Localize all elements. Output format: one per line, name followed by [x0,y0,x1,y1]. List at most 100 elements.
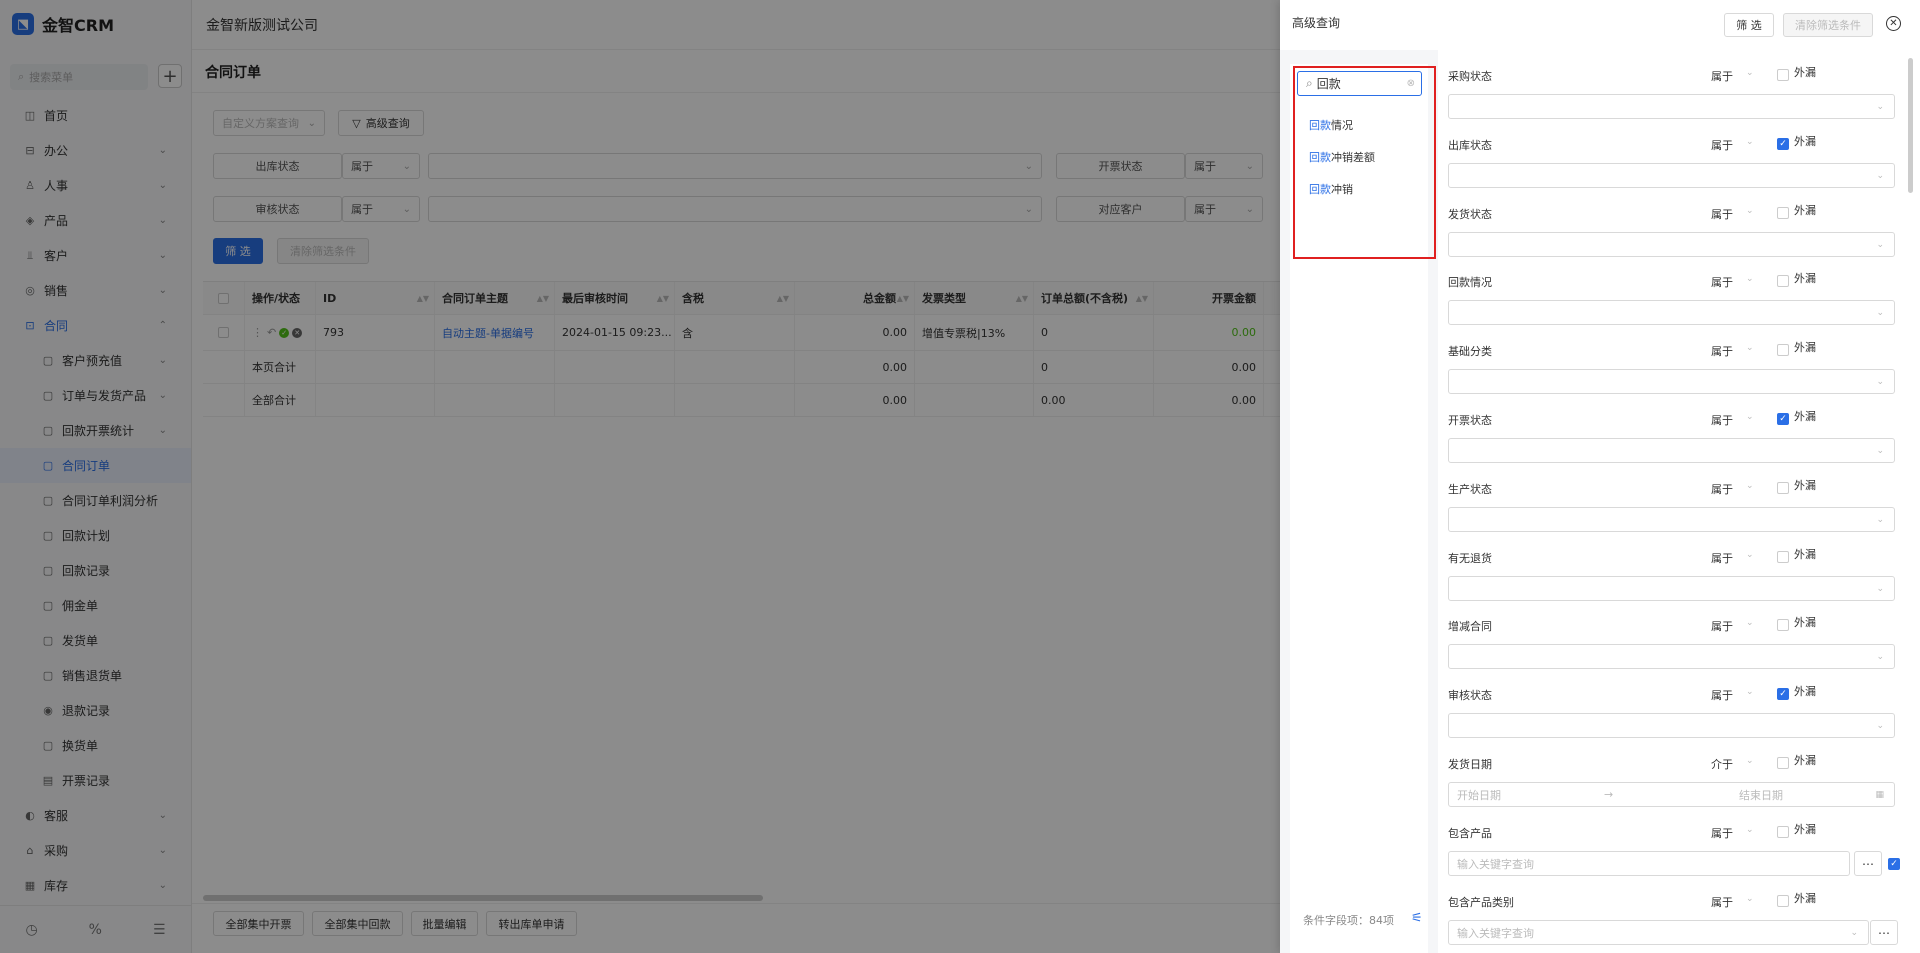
condition-value-select[interactable]: ⌄ [1448,644,1895,669]
condition-op[interactable]: 属于 [1711,687,1733,703]
result-text: 冲销差额 [1331,151,1375,164]
expose-checkbox[interactable] [1777,482,1789,494]
expose-label: 外漏 [1794,272,1816,285]
condition-value-select[interactable]: ⌄ [1448,163,1895,188]
condition-item: 有无退货 属于 ⌄ 外漏 ⌄ [1442,540,1902,609]
field-result-item[interactable]: 回款冲销 [1309,181,1353,197]
chevron-down-icon: ⌄ [1876,307,1884,318]
condition-item: 开票状态 属于 ⌄ ✓ 外漏 ⌄ [1442,402,1902,471]
result-highlight: 回款 [1309,183,1331,196]
condition-op[interactable]: 属于 [1711,550,1733,566]
condition-item: 包含产品 属于 ⌄ 外漏 输入关键字查询 ⋯ ✓ [1442,815,1902,884]
include-checkbox[interactable]: ✓ [1888,858,1900,870]
condition-op[interactable]: 介于 [1711,756,1733,772]
chevron-down-icon: ⌄ [1876,651,1884,662]
expose-label: 外漏 [1794,548,1816,561]
vertical-scrollbar[interactable] [1908,58,1913,193]
expose-checkbox[interactable] [1777,344,1789,356]
condition-label: 包含产品类别 [1448,896,1514,909]
condition-value-select[interactable]: ⌄ [1448,232,1895,257]
expose-checkbox[interactable] [1777,619,1789,631]
condition-label: 基础分类 [1448,345,1492,358]
calendar-icon: ▦ [1875,789,1884,800]
chevron-down-icon: ⌄ [1746,412,1754,422]
expose-checkbox[interactable] [1777,551,1789,563]
drawer-filter-button[interactable]: 筛 选 [1724,13,1774,37]
condition-item: 发货日期 介于 ⌄ 外漏 开始日期 → 结束日期 ▦ [1442,746,1902,815]
condition-label: 开票状态 [1448,414,1492,427]
chevron-down-icon: ⌄ [1746,687,1754,697]
condition-item: 审核状态 属于 ⌄ ✓ 外漏 ⌄ [1442,677,1902,746]
expose-checkbox[interactable] [1777,895,1789,907]
condition-item: 发货状态 属于 ⌄ 外漏 ⌄ [1442,196,1902,265]
settings-sliders-icon[interactable]: ⚟ [1411,911,1423,926]
keyword-search-input[interactable]: 输入关键字查询 ⌄ [1448,920,1869,945]
expose-label: 外漏 [1794,685,1816,698]
condition-op[interactable]: 属于 [1711,206,1733,222]
field-search-value: 回款 [1316,77,1341,91]
chevron-down-icon: ⌄ [1746,274,1754,284]
expose-label: 外漏 [1794,66,1816,79]
chevron-down-icon: ⌄ [1746,343,1754,353]
expose-label: 外漏 [1794,341,1816,354]
expose-checkbox[interactable]: ✓ [1777,688,1789,700]
chevron-down-icon: ⌄ [1876,101,1884,112]
condition-op[interactable]: 属于 [1711,825,1733,841]
expose-label: 外漏 [1794,410,1816,423]
expose-checkbox[interactable] [1777,69,1789,81]
condition-value-select[interactable]: ⌄ [1448,713,1895,738]
more-options-button[interactable]: ⋯ [1870,920,1898,945]
expose-label: 外漏 [1794,204,1816,217]
chevron-down-icon: ⌄ [1876,239,1884,250]
condition-value-select[interactable]: ⌄ [1448,94,1895,119]
modal-overlay[interactable] [0,0,1280,953]
drawer-clear-button[interactable]: 清除筛选条件 [1783,13,1873,37]
button-label: 清除筛选条件 [1795,19,1861,32]
chevron-down-icon: ⌄ [1746,68,1754,78]
condition-op[interactable]: 属于 [1711,894,1733,910]
condition-op[interactable]: 属于 [1711,274,1733,290]
expose-checkbox[interactable] [1777,757,1789,769]
input-placeholder: 输入关键字查询 [1457,926,1534,940]
expose-label: 外漏 [1794,754,1816,767]
more-options-button[interactable]: ⋯ [1854,851,1882,876]
condition-op[interactable]: 属于 [1711,481,1733,497]
expose-checkbox[interactable] [1777,207,1789,219]
date-range-input[interactable]: 开始日期 → 结束日期 ▦ [1448,782,1895,807]
chevron-down-icon: ⌄ [1746,206,1754,216]
field-result-item[interactable]: 回款情况 [1309,117,1353,133]
condition-item: 增减合同 属于 ⌄ 外漏 ⌄ [1442,608,1902,677]
keyword-search-input[interactable]: 输入关键字查询 [1448,851,1850,876]
condition-value-select[interactable]: ⌄ [1448,438,1895,463]
condition-label: 回款情况 [1448,276,1492,289]
condition-value-select[interactable]: ⌄ [1448,300,1895,325]
chevron-down-icon: ⌄ [1850,927,1858,938]
condition-op[interactable]: 属于 [1711,412,1733,428]
condition-value-select[interactable]: ⌄ [1448,576,1895,601]
search-icon: ⌕ [1306,76,1313,90]
condition-value-select[interactable]: ⌄ [1448,369,1895,394]
expose-checkbox[interactable]: ✓ [1777,413,1789,425]
expose-checkbox[interactable]: ✓ [1777,138,1789,150]
expose-label: 外漏 [1794,135,1816,148]
expose-checkbox[interactable] [1777,275,1789,287]
condition-op[interactable]: 属于 [1711,343,1733,359]
chevron-down-icon: ⌄ [1746,825,1754,835]
condition-item: 出库状态 属于 ⌄ ✓ 外漏 ⌄ [1442,127,1902,196]
condition-label: 增减合同 [1448,620,1492,633]
field-search-input[interactable]: ⌕ 回款 ⊗ [1297,71,1422,96]
close-icon[interactable]: ✕ [1886,16,1901,31]
expose-checkbox[interactable] [1777,826,1789,838]
condition-op[interactable]: 属于 [1711,618,1733,634]
result-text: 情况 [1331,119,1353,132]
field-result-item[interactable]: 回款冲销差额 [1309,149,1375,165]
condition-item: 生产状态 属于 ⌄ 外漏 ⌄ [1442,471,1902,540]
condition-op[interactable]: 属于 [1711,68,1733,84]
condition-label: 采购状态 [1448,70,1492,83]
clear-icon[interactable]: ⊗ [1407,78,1415,89]
condition-label: 有无退货 [1448,552,1492,565]
condition-op[interactable]: 属于 [1711,137,1733,153]
condition-value-select[interactable]: ⌄ [1448,507,1895,532]
expose-label: 外漏 [1794,479,1816,492]
input-placeholder: 输入关键字查询 [1457,857,1534,871]
